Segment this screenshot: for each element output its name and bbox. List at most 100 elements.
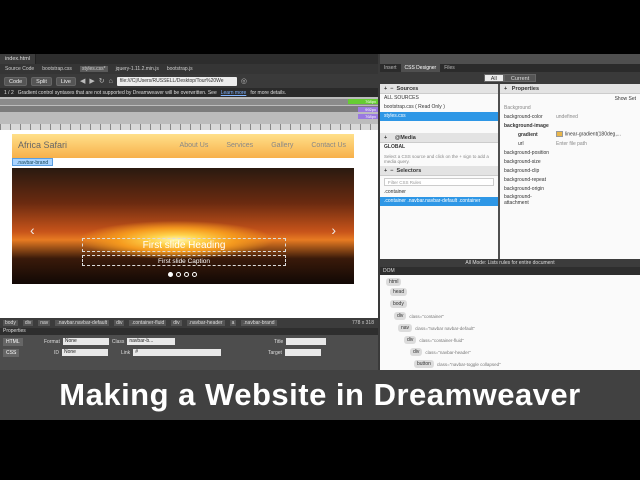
media-query-bar[interactable] (0, 99, 378, 105)
media-query-bar[interactable] (0, 106, 378, 112)
source-bootstrap[interactable]: bootstrap.css ( Read Only ) (380, 103, 498, 112)
carousel-caption-heading[interactable]: First slide Heading (82, 238, 286, 252)
nav-gallery[interactable]: Gallery (271, 142, 293, 149)
current-mode-button[interactable]: Current (503, 74, 537, 82)
selectors-header[interactable]: + − Selectors (380, 166, 498, 176)
bg-image-label: background-image (504, 122, 549, 129)
warning-tail: for more details. (250, 89, 287, 96)
selector-navbar[interactable]: .container .navbar.navbar-default .conta… (380, 197, 498, 206)
bg-origin-label: background-origin (504, 185, 545, 192)
id-select[interactable]: None (62, 349, 108, 356)
split-view-button[interactable]: Split (31, 76, 52, 86)
carousel-prev-icon[interactable]: ‹ (30, 222, 35, 238)
tag-navbar-brand[interactable]: .navbar-brand (241, 320, 277, 326)
tab-css-designer[interactable]: CSS Designer (400, 64, 441, 72)
tag-navbar-default[interactable]: .navbar.navbar-default (55, 320, 110, 326)
nav-about-us[interactable]: About Us (180, 142, 209, 149)
dom-node[interactable]: html (386, 278, 402, 286)
indicator-dot[interactable] (184, 272, 189, 277)
live-view-button[interactable]: Live (55, 76, 76, 86)
title-field[interactable] (286, 338, 327, 345)
all-mode-button[interactable]: All (483, 74, 504, 82)
related-file-bootstrap-js[interactable]: bootstrap.js (167, 66, 193, 72)
css-left-column: + − Sources ALL SOURCES bootstrap.css ( … (380, 84, 498, 259)
media-global[interactable]: GLOBAL (380, 143, 498, 152)
class-select[interactable]: navbar-b... (127, 338, 176, 345)
gradient-value[interactable]: linear-gradient(180deg,... (565, 132, 621, 138)
dom-node[interactable]: head (390, 288, 408, 296)
nav-contact-us[interactable]: Contact Us (311, 142, 346, 149)
carousel-indicators (168, 272, 197, 277)
nav-services[interactable]: Services (226, 142, 253, 149)
globe-icon[interactable]: ◎ (241, 77, 247, 85)
css-mode-button[interactable]: CSS (3, 349, 20, 357)
dom-node[interactable]: button class="navbar-toggle collapsed" (414, 360, 501, 368)
bg-color-value[interactable]: undefined (556, 114, 578, 120)
tag-body[interactable]: body (3, 320, 18, 326)
panel-tabs: Insert CSS Designer Files (380, 64, 640, 72)
media-query-768[interactable]: 768px (348, 99, 378, 104)
indicator-dot[interactable] (168, 272, 173, 277)
indicator-dot[interactable] (192, 272, 197, 277)
tab-insert[interactable]: Insert (380, 64, 401, 72)
refresh-icon[interactable]: ↻ (99, 77, 105, 85)
tag-navbar-header[interactable]: .navbar-header (186, 320, 225, 326)
window-size[interactable]: 778 x 318 (352, 320, 378, 326)
warning-counter[interactable]: 1 / 2 (4, 90, 14, 96)
carousel-caption-text[interactable]: First slide Caption (82, 255, 286, 266)
tag-nav[interactable]: nav (38, 320, 51, 326)
format-select[interactable]: None (62, 338, 109, 345)
filter-css-rules[interactable]: Filter CSS Rules (384, 178, 494, 186)
warning-message: Gradient control syntaxes that are not s… (17, 89, 217, 96)
forward-icon[interactable]: ▶ (89, 77, 94, 85)
related-file-source-code[interactable]: Source Code (5, 66, 34, 72)
code-view-button[interactable]: Code (4, 76, 28, 86)
show-set-checkbox[interactable]: Show Set (615, 96, 636, 102)
title-banner: Making a Website in Dreamweaver (0, 370, 640, 420)
tag-div[interactable]: div (171, 320, 182, 326)
document-toolbar: Code Split Live ◀ ▶ ↻ ⌂ file:///C|/Users… (0, 74, 378, 88)
tab-files[interactable]: Files (440, 64, 459, 72)
dom-node[interactable]: body (390, 300, 407, 308)
related-file-bootstrap-css[interactable]: bootstrap.css (42, 66, 72, 72)
source-styles[interactable]: styles.css (380, 112, 498, 121)
dom-node[interactable]: nav class="navbar navbar-default" (398, 324, 475, 332)
html-mode-button[interactable]: HTML (3, 338, 23, 346)
indicator-dot[interactable] (176, 272, 181, 277)
media-query-768b[interactable]: 768px (358, 114, 378, 119)
source-all[interactable]: ALL SOURCES (380, 94, 498, 103)
tag-a[interactable]: a (229, 320, 237, 326)
carousel-next-icon[interactable]: › (331, 222, 336, 238)
tag-container-fluid[interactable]: .container-fluid (129, 320, 167, 326)
back-icon[interactable]: ◀ (80, 77, 85, 85)
tag-div[interactable]: div (114, 320, 125, 326)
properties-header[interactable]: + Properties (500, 84, 640, 94)
tab-index-html[interactable]: index.html (0, 54, 37, 64)
gradient-swatch-icon[interactable] (556, 131, 563, 138)
design-view[interactable]: Africa Safari About Us Services Gallery … (0, 130, 378, 342)
link-field[interactable]: # (133, 349, 222, 356)
navbar-brand[interactable]: Africa Safari (18, 140, 67, 150)
warning-bar: 1 / 2 Gradient control syntaxes that are… (0, 88, 378, 97)
dom-node[interactable]: div class="container-fluid" (404, 336, 464, 344)
carousel[interactable]: ‹ › First slide Heading First slide Capt… (12, 168, 354, 284)
learn-more-link[interactable]: Learn more (221, 90, 247, 96)
dom-node[interactable]: div class="container" (394, 312, 444, 320)
home-icon[interactable]: ⌂ (109, 78, 113, 85)
class-label: Class (111, 338, 125, 345)
sources-header[interactable]: + − Sources (380, 84, 498, 94)
element-display-tag[interactable]: .navbar-brand (12, 158, 54, 166)
related-files-bar: Source Code bootstrap.css styles.css* jq… (0, 64, 378, 74)
tag-div[interactable]: div (22, 320, 34, 326)
related-file-jquery[interactable]: jquery-1.11.2.min.js (116, 66, 159, 72)
address-field[interactable]: file:///C|/Users/RUSSELL/Desktop/Tour%20… (116, 76, 237, 86)
related-file-styles-css[interactable]: styles.css* (79, 66, 108, 72)
target-select[interactable] (284, 349, 321, 356)
page-navbar[interactable]: Africa Safari About Us Services Gallery … (12, 134, 354, 158)
css-designer-status: All Mode: Lists rules for entire documen… (380, 259, 640, 267)
selector-container[interactable]: .container (380, 188, 498, 197)
media-query-992[interactable]: 992px (358, 107, 378, 112)
url-field[interactable]: Enter file path (556, 141, 587, 147)
media-header[interactable]: + @Media (380, 133, 498, 143)
dom-node[interactable]: div class="navbar-header" (410, 348, 471, 356)
